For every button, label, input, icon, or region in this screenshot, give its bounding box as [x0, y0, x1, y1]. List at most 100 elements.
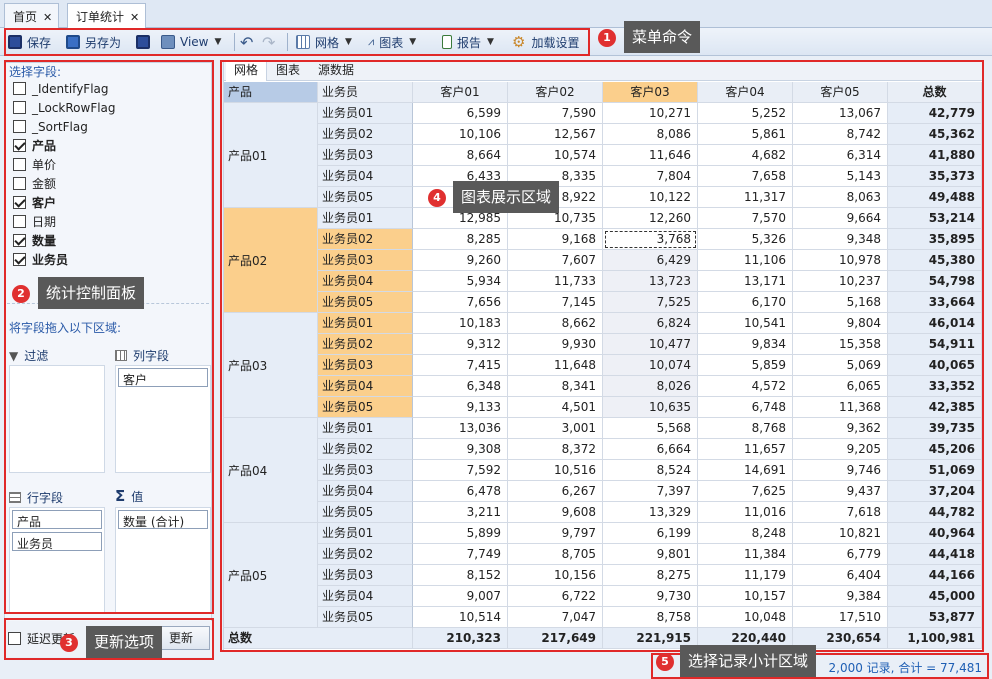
save-as-button[interactable]: 另存为 — [66, 28, 121, 56]
row-group-header[interactable]: 产品02 — [224, 208, 318, 313]
data-cell[interactable]: 6,599 — [413, 103, 508, 124]
data-cell[interactable]: 11,733 — [508, 271, 603, 292]
data-cell[interactable]: 6,429 — [603, 250, 698, 271]
data-cell[interactable]: 9,664 — [793, 208, 888, 229]
data-cell[interactable]: 4,501 — [508, 397, 603, 418]
data-cell[interactable]: 8,341 — [508, 376, 603, 397]
data-cell[interactable]: 7,592 — [413, 460, 508, 481]
data-cell[interactable]: 8,705 — [508, 544, 603, 565]
data-cell[interactable]: 5,326 — [698, 229, 793, 250]
data-cell[interactable]: 8,742 — [793, 124, 888, 145]
field-checkbox[interactable] — [13, 101, 26, 114]
field-item[interactable]: 金额 — [13, 174, 56, 193]
data-cell[interactable]: 6,478 — [413, 481, 508, 502]
data-cell[interactable]: 10,183 — [413, 313, 508, 334]
data-cell[interactable]: 7,749 — [413, 544, 508, 565]
data-cell[interactable]: 5,168 — [793, 292, 888, 313]
field-item[interactable]: 数量 — [13, 231, 56, 250]
row-header[interactable]: 业务员03 — [318, 250, 413, 271]
data-cell[interactable]: 5,899 — [413, 523, 508, 544]
data-cell[interactable]: 6,664 — [603, 439, 698, 460]
chart-dropdown[interactable]: ⩘ 图表 ▼ — [368, 28, 416, 56]
field-item[interactable]: 客户 — [13, 193, 56, 212]
data-cell[interactable]: 9,205 — [793, 439, 888, 460]
row-group-header[interactable]: 产品04 — [224, 418, 318, 523]
data-cell[interactable]: 8,152 — [413, 565, 508, 586]
data-cell[interactable]: 8,662 — [508, 313, 603, 334]
field-item[interactable]: 日期 — [13, 212, 56, 231]
value-drop-area[interactable]: 数量 (合计) — [115, 507, 211, 613]
data-cell[interactable]: 5,934 — [413, 271, 508, 292]
field-checkbox[interactable] — [13, 139, 26, 152]
data-cell[interactable]: 7,570 — [698, 208, 793, 229]
data-cell[interactable]: 12,567 — [508, 124, 603, 145]
row-header[interactable]: 业务员02 — [318, 334, 413, 355]
data-cell[interactable]: 6,404 — [793, 565, 888, 586]
data-cell[interactable]: 7,656 — [413, 292, 508, 313]
data-cell[interactable]: 3,768 — [603, 229, 698, 250]
column-header[interactable]: 客户05 — [793, 82, 888, 103]
data-cell[interactable]: 10,157 — [698, 586, 793, 607]
column-header[interactable]: 客户02 — [508, 82, 603, 103]
data-cell[interactable]: 6,267 — [508, 481, 603, 502]
data-cell[interactable]: 6,348 — [413, 376, 508, 397]
data-cell[interactable]: 15,358 — [793, 334, 888, 355]
data-cell[interactable]: 9,260 — [413, 250, 508, 271]
data-cell[interactable]: 17,510 — [793, 607, 888, 628]
pivot-grid[interactable]: 产品 业务员 客户01 客户02 客户03 客户04 客户05 总数 产品01 业务员01 6,59… — [224, 82, 982, 652]
row-field-chip[interactable]: 业务员 — [12, 532, 102, 551]
row-header[interactable]: 业务员02 — [318, 124, 413, 145]
row-header[interactable]: 业务员05 — [318, 187, 413, 208]
data-cell[interactable]: 7,590 — [508, 103, 603, 124]
field-checkbox[interactable] — [13, 196, 26, 209]
data-cell[interactable]: 9,362 — [793, 418, 888, 439]
data-cell[interactable]: 8,664 — [413, 145, 508, 166]
data-cell[interactable]: 10,514 — [413, 607, 508, 628]
field-item[interactable]: _LockRowFlag — [13, 98, 116, 117]
data-cell[interactable]: 13,329 — [603, 502, 698, 523]
field-checkbox[interactable] — [13, 234, 26, 247]
data-cell[interactable]: 10,978 — [793, 250, 888, 271]
data-cell[interactable]: 5,143 — [793, 166, 888, 187]
data-cell[interactable]: 5,861 — [698, 124, 793, 145]
save-button[interactable]: 保存 — [8, 28, 51, 56]
row-group-header[interactable]: 产品03 — [224, 313, 318, 418]
data-cell[interactable]: 9,133 — [413, 397, 508, 418]
close-icon[interactable]: ✕ — [130, 11, 139, 24]
data-cell[interactable]: 11,016 — [698, 502, 793, 523]
data-cell[interactable]: 6,779 — [793, 544, 888, 565]
row-drop-area[interactable]: 产品 业务员 — [9, 507, 105, 613]
data-cell[interactable]: 6,065 — [793, 376, 888, 397]
row-header[interactable]: 业务员05 — [318, 397, 413, 418]
data-cell[interactable]: 13,036 — [413, 418, 508, 439]
data-cell[interactable]: 14,691 — [698, 460, 793, 481]
data-cell[interactable]: 6,170 — [698, 292, 793, 313]
data-cell[interactable]: 12,260 — [603, 208, 698, 229]
data-cell[interactable]: 10,048 — [698, 607, 793, 628]
row-group-header[interactable]: 产品05 — [224, 523, 318, 628]
row-header[interactable]: 业务员04 — [318, 271, 413, 292]
header-product[interactable]: 产品 — [224, 82, 318, 103]
data-cell[interactable]: 7,397 — [603, 481, 698, 502]
data-cell[interactable]: 8,275 — [603, 565, 698, 586]
tab-home[interactable]: 首页 ✕ — [4, 3, 60, 28]
close-icon[interactable]: ✕ — [43, 11, 52, 24]
data-cell[interactable]: 7,047 — [508, 607, 603, 628]
data-cell[interactable]: 5,859 — [698, 355, 793, 376]
row-header[interactable]: 业务员01 — [318, 418, 413, 439]
data-cell[interactable]: 9,007 — [413, 586, 508, 607]
data-cell[interactable]: 11,646 — [603, 145, 698, 166]
data-cell[interactable]: 11,106 — [698, 250, 793, 271]
field-checkbox[interactable] — [13, 82, 26, 95]
row-header[interactable]: 业务员05 — [318, 292, 413, 313]
row-header[interactable]: 业务员03 — [318, 355, 413, 376]
data-cell[interactable]: 3,211 — [413, 502, 508, 523]
undo-button[interactable]: ↶ — [240, 28, 253, 56]
data-cell[interactable]: 6,824 — [603, 313, 698, 334]
field-checkbox[interactable] — [13, 215, 26, 228]
data-cell[interactable]: 13,171 — [698, 271, 793, 292]
row-header[interactable]: 业务员02 — [318, 439, 413, 460]
data-cell[interactable]: 13,723 — [603, 271, 698, 292]
data-cell[interactable]: 7,804 — [603, 166, 698, 187]
data-cell[interactable]: 8,285 — [413, 229, 508, 250]
